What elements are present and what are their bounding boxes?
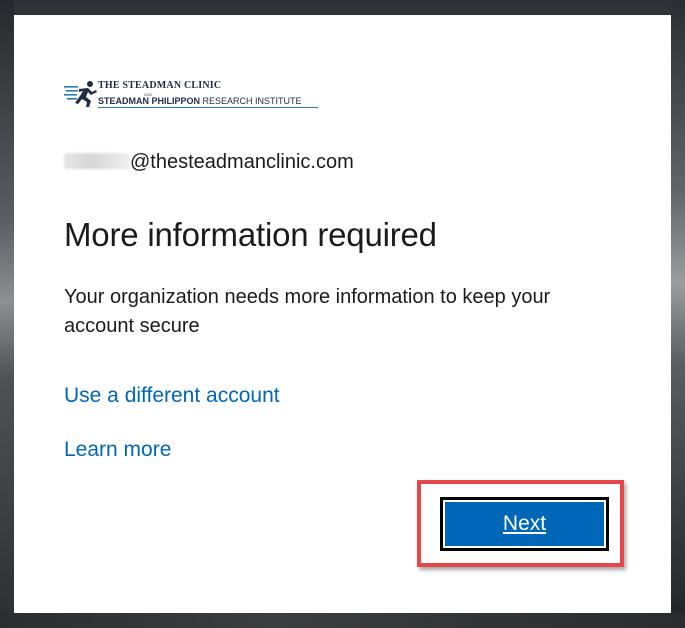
learn-more-link[interactable]: Learn more bbox=[64, 438, 171, 462]
logo-line-1: THE STEADMAN CLINIC bbox=[98, 80, 222, 91]
background-bottom-edge bbox=[0, 613, 685, 628]
logo-line-2-bold: STEADMAN PHILIPPON bbox=[98, 96, 201, 106]
page-description: Your organization needs more information… bbox=[64, 286, 551, 337]
logo-line-2-rest: RESEARCH INSTITUTE bbox=[200, 96, 302, 106]
logo-line-2: STEADMAN PHILIPPON RESEARCH INSTITUTE bbox=[98, 96, 302, 106]
page-title: More information required bbox=[64, 216, 437, 253]
email-domain: @thesteadmanclinic.com bbox=[130, 151, 354, 173]
organization-logo: THE STEADMAN CLINIC AND STEADMAN PHILIPP… bbox=[64, 80, 324, 108]
next-button[interactable]: Next bbox=[440, 497, 609, 551]
redacted-username bbox=[64, 153, 130, 169]
account-email: @thesteadmanclinic.com bbox=[64, 151, 354, 174]
runner-logo-icon bbox=[64, 81, 97, 107]
background-right-edge bbox=[671, 0, 685, 628]
background-left-edge bbox=[0, 0, 14, 628]
use-different-account-link[interactable]: Use a different account bbox=[64, 384, 280, 408]
logo-divider bbox=[98, 107, 318, 108]
